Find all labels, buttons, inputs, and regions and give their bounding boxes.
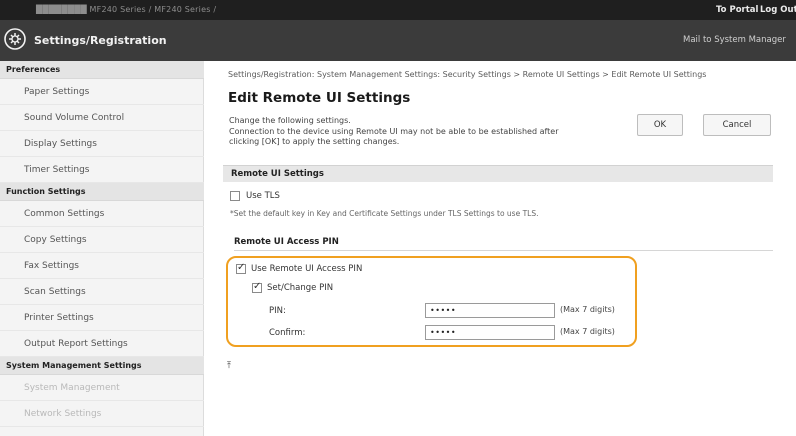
confirm-pin-input[interactable]: •••••	[425, 325, 555, 340]
to-portal-link[interactable]: To Portal	[716, 5, 758, 15]
pin-input[interactable]: •••••	[425, 303, 555, 318]
sidebar-section-system-management-settings: System Management Settings	[0, 357, 204, 375]
use-tls-checkbox[interactable]	[230, 191, 240, 201]
device-crumb: ████████ MF240 Series / MF240 Series /	[36, 5, 217, 14]
description-line: clicking [OK] to apply the setting chang…	[229, 137, 400, 146]
confirm-max-digits-hint: (Max 7 digits)	[560, 327, 615, 336]
ok-button[interactable]: OK	[637, 114, 683, 136]
sidebar-item-scan-settings[interactable]: Scan Settings	[0, 279, 204, 305]
description-line: Change the following settings.	[229, 116, 351, 125]
mail-to-system-manager-link[interactable]: Mail to System Manager	[683, 35, 786, 45]
log-out-link[interactable]: Log Out	[760, 5, 796, 15]
sidebar-item-printer-settings[interactable]: Printer Settings	[0, 305, 204, 331]
use-remote-ui-access-pin-label: Use Remote UI Access PIN	[251, 264, 363, 274]
description: Change the following settings. Connectio…	[229, 116, 629, 148]
sidebar-item-output-report-settings[interactable]: Output Report Settings	[0, 331, 204, 357]
tls-note: *Set the default key in Key and Certific…	[230, 209, 539, 218]
sidebar-item-fax-settings[interactable]: Fax Settings	[0, 253, 204, 279]
sidebar-item-network-settings[interactable]: Network Settings	[0, 401, 204, 427]
remote-ui-access-pin-header: Remote UI Access PIN	[234, 237, 773, 251]
use-remote-ui-access-pin-checkbox[interactable]: ✓	[236, 262, 246, 274]
remote-ui-settings-header: Remote UI Settings	[223, 165, 773, 182]
page-title: Edit Remote UI Settings	[228, 90, 411, 106]
settings-logo-icon	[4, 28, 26, 50]
sidebar-item-copy-settings[interactable]: Copy Settings	[0, 227, 204, 253]
top-bar: ████████ MF240 Series / MF240 Series / T…	[0, 0, 796, 20]
sidebar-item-display-settings[interactable]: Display Settings	[0, 131, 204, 157]
set-change-pin-label: Set/Change PIN	[267, 283, 334, 293]
sidebar-item-common-settings[interactable]: Common Settings	[0, 201, 204, 227]
breadcrumb: Settings/Registration: System Management…	[228, 70, 707, 79]
checkmark-icon: ✓	[237, 262, 246, 273]
sidebar: Preferences Paper Settings Sound Volume …	[0, 61, 204, 436]
page-header-title: Settings/Registration	[34, 34, 167, 47]
sidebar-section-preferences: Preferences	[0, 61, 204, 79]
sidebar-item-system-management[interactable]: System Management	[0, 375, 204, 401]
main-content: Settings/Registration: System Management…	[216, 61, 786, 436]
checkmark-icon: ✓	[253, 281, 262, 292]
back-to-top-icon[interactable]: ⤒	[227, 361, 231, 371]
confirm-label: Confirm:	[269, 328, 306, 338]
use-tls-label: Use TLS	[246, 191, 280, 201]
description-line: Connection to the device using Remote UI…	[229, 126, 559, 136]
pin-label: PIN:	[269, 306, 286, 316]
sidebar-section-function-settings: Function Settings	[0, 183, 204, 201]
set-change-pin-checkbox[interactable]: ✓	[252, 281, 262, 293]
sidebar-item-sound-volume-control[interactable]: Sound Volume Control	[0, 105, 204, 131]
title-bar: Settings/Registration Mail to System Man…	[0, 20, 796, 61]
sidebar-item-timer-settings[interactable]: Timer Settings	[0, 157, 204, 183]
cancel-button[interactable]: Cancel	[703, 114, 771, 136]
pin-max-digits-hint: (Max 7 digits)	[560, 305, 615, 314]
sidebar-item-paper-settings[interactable]: Paper Settings	[0, 79, 204, 105]
